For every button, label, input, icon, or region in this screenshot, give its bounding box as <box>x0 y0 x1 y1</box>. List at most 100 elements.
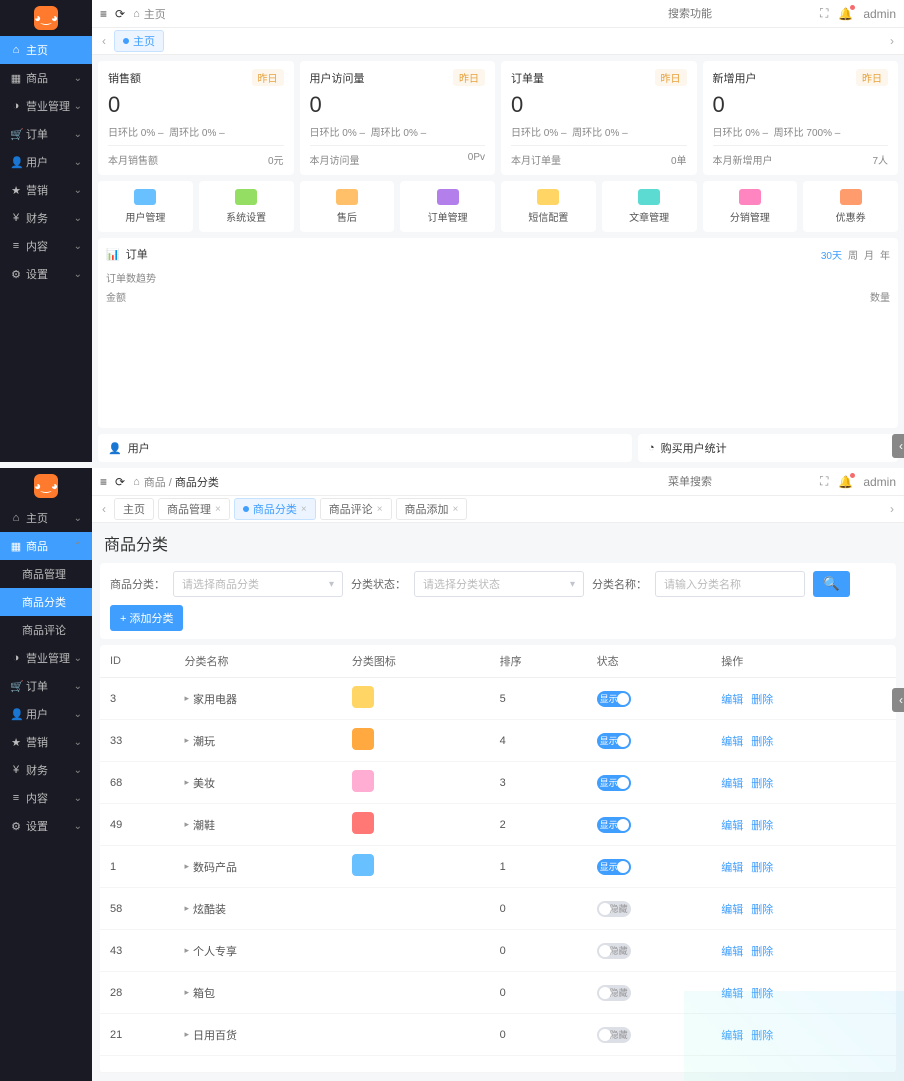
delete-link[interactable]: 删除 <box>751 694 773 706</box>
tabs-left-icon[interactable]: ‹ <box>98 502 110 516</box>
sidebar-item[interactable]: ★营销⌄ <box>0 728 92 756</box>
delete-link[interactable]: 删除 <box>751 988 773 1000</box>
user-name[interactable]: admin <box>863 7 896 21</box>
tab[interactable]: 主页 <box>114 498 154 520</box>
sidebar-item[interactable]: ¥财务⌄ <box>0 204 92 232</box>
sidebar-subitem[interactable]: 商品分类 <box>0 588 92 616</box>
close-icon[interactable]: × <box>215 504 221 515</box>
fullscreen-icon[interactable]: ⛶ <box>820 6 828 21</box>
bell-icon[interactable]: 🔔 <box>838 7 853 21</box>
user-name[interactable]: admin <box>863 475 896 489</box>
sidebar-item[interactable]: ◑营业管理⌄ <box>0 92 92 120</box>
delete-link[interactable]: 删除 <box>751 904 773 916</box>
menu-toggle-icon[interactable]: ≡ <box>100 7 107 21</box>
tabs-right-icon[interactable]: › <box>886 502 898 516</box>
search-button[interactable]: 🔍 <box>813 571 850 597</box>
quick-link[interactable]: 分销管理 <box>703 181 798 232</box>
sidebar-item[interactable]: ≡内容⌄ <box>0 784 92 812</box>
sidebar-item[interactable]: ⚙设置⌄ <box>0 260 92 288</box>
filter-status-select[interactable]: 请选择分类状态▾ <box>414 571 584 597</box>
quick-link[interactable]: 订单管理 <box>400 181 495 232</box>
edit-link[interactable]: 编辑 <box>721 736 743 748</box>
expand-icon[interactable]: ▸ <box>184 861 189 872</box>
drawer-toggle-icon[interactable]: ‹ <box>892 434 904 458</box>
tab[interactable]: 商品评论× <box>320 498 392 520</box>
tabs-right-icon[interactable]: › <box>886 34 898 48</box>
sidebar-item[interactable]: ≡内容⌄ <box>0 232 92 260</box>
drawer-toggle-icon[interactable]: ‹ <box>892 688 904 712</box>
expand-icon[interactable]: ▸ <box>184 777 189 788</box>
quick-link[interactable]: 优惠券 <box>803 181 898 232</box>
sidebar-item[interactable]: 🛒订单⌄ <box>0 672 92 700</box>
chart-range-tab[interactable]: 周 <box>848 247 858 262</box>
status-switch[interactable]: 显示 <box>597 775 631 791</box>
expand-icon[interactable]: ▸ <box>184 735 189 746</box>
bell-icon[interactable]: 🔔 <box>838 475 853 489</box>
edit-link[interactable]: 编辑 <box>721 778 743 790</box>
close-icon[interactable]: × <box>301 504 307 515</box>
edit-link[interactable]: 编辑 <box>721 988 743 1000</box>
fullscreen-icon[interactable]: ⛶ <box>820 474 828 489</box>
breadcrumb-segment[interactable]: 商品 <box>144 477 166 489</box>
status-switch[interactable]: 显示 <box>597 817 631 833</box>
edit-link[interactable]: 编辑 <box>721 946 743 958</box>
close-icon[interactable]: × <box>377 504 383 515</box>
quick-link[interactable]: 用户管理 <box>98 181 193 232</box>
chart-range-tab[interactable]: 年 <box>880 247 890 262</box>
tab[interactable]: 商品添加× <box>396 498 468 520</box>
chart-range-tab[interactable]: 月 <box>864 247 874 262</box>
edit-link[interactable]: 编辑 <box>721 694 743 706</box>
delete-link[interactable]: 删除 <box>751 736 773 748</box>
sidebar-item[interactable]: ▦商品⌄ <box>0 64 92 92</box>
search-input[interactable] <box>668 8 810 20</box>
delete-link[interactable]: 删除 <box>751 1030 773 1042</box>
sidebar-item[interactable]: ⌂主页 <box>0 36 92 64</box>
tab[interactable]: 主页 <box>114 30 164 52</box>
status-switch[interactable]: 显示 <box>597 859 631 875</box>
tabs-left-icon[interactable]: ‹ <box>98 34 110 48</box>
quick-link[interactable]: 售后 <box>300 181 395 232</box>
status-switch[interactable]: 隐藏 <box>597 1027 631 1043</box>
status-switch[interactable]: 显示 <box>597 733 631 749</box>
sidebar-item[interactable]: 👤用户⌄ <box>0 700 92 728</box>
filter-category-select[interactable]: 请选择商品分类▾ <box>173 571 343 597</box>
edit-link[interactable]: 编辑 <box>721 904 743 916</box>
delete-link[interactable]: 删除 <box>751 778 773 790</box>
sidebar-item[interactable]: ⚙设置⌄ <box>0 812 92 840</box>
delete-link[interactable]: 删除 <box>751 946 773 958</box>
expand-icon[interactable]: ▸ <box>184 1029 189 1040</box>
sidebar-item[interactable]: 🛒订单⌄ <box>0 120 92 148</box>
edit-link[interactable]: 编辑 <box>721 1030 743 1042</box>
menu-toggle-icon[interactable]: ≡ <box>100 475 107 489</box>
status-switch[interactable]: 隐藏 <box>597 943 631 959</box>
tab[interactable]: 商品管理× <box>158 498 230 520</box>
add-category-button[interactable]: + 添加分类 <box>110 605 183 631</box>
expand-icon[interactable]: ▸ <box>184 693 189 704</box>
sidebar-subitem[interactable]: 商品评论 <box>0 616 92 644</box>
home-icon[interactable]: ⌂ <box>133 8 140 20</box>
expand-icon[interactable]: ▸ <box>184 819 189 830</box>
refresh-icon[interactable]: ⟳ <box>115 475 125 489</box>
quick-link[interactable]: 短信配置 <box>501 181 596 232</box>
expand-icon[interactable]: ▸ <box>184 945 189 956</box>
sidebar-item[interactable]: ¥财务⌄ <box>0 756 92 784</box>
sidebar-item[interactable]: ▦商品⌃ <box>0 532 92 560</box>
delete-link[interactable]: 删除 <box>751 862 773 874</box>
status-switch[interactable]: 隐藏 <box>597 985 631 1001</box>
sidebar-item[interactable]: ⌂主页⌄ <box>0 504 92 532</box>
tab[interactable]: 商品分类× <box>234 498 316 520</box>
sidebar-item[interactable]: 👤用户⌄ <box>0 148 92 176</box>
quick-link[interactable]: 系统设置 <box>199 181 294 232</box>
refresh-icon[interactable]: ⟳ <box>115 7 125 21</box>
sidebar-subitem[interactable]: 商品管理 <box>0 560 92 588</box>
filter-name-input[interactable]: 请输入分类名称 <box>655 571 805 597</box>
expand-icon[interactable]: ▸ <box>184 987 189 998</box>
quick-link[interactable]: 文章管理 <box>602 181 697 232</box>
home-icon[interactable]: ⌂ <box>133 476 140 488</box>
delete-link[interactable]: 删除 <box>751 820 773 832</box>
search-input[interactable] <box>668 476 810 488</box>
close-icon[interactable]: × <box>453 504 459 515</box>
sidebar-item[interactable]: ★营销⌄ <box>0 176 92 204</box>
chart-range-tab[interactable]: 30天 <box>821 247 842 262</box>
edit-link[interactable]: 编辑 <box>721 820 743 832</box>
